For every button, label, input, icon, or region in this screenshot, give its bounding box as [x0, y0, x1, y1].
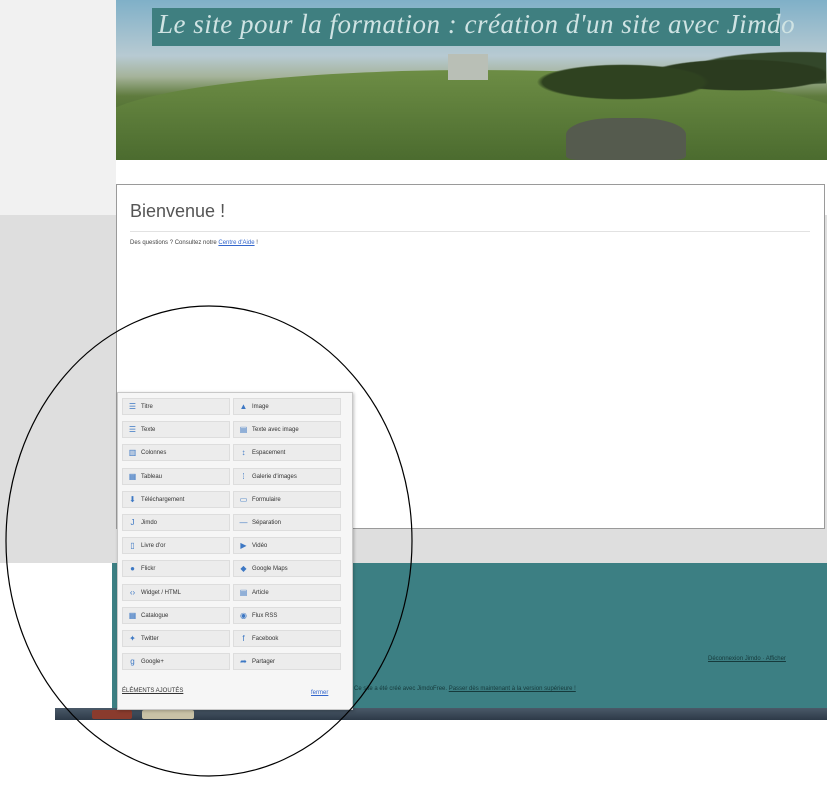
palette-item-label: Galerie d'images: [252, 473, 297, 480]
palette-item-livre-d-or[interactable]: ▯ Livre d'or: [122, 537, 230, 555]
spacing-icon: ↕: [241, 448, 246, 458]
rss-icon: ◉: [240, 610, 247, 620]
separator-icon: —: [239, 518, 248, 527]
jimdo-icon: J: [130, 518, 135, 527]
palette-item-jimdo[interactable]: J Jimdo: [122, 514, 230, 531]
palette-item-flickr[interactable]: ● Flickr: [122, 560, 230, 578]
footer-pro-line: Ce site a été créé avec JimdoFree. Passe…: [354, 686, 576, 692]
palette-item-label: Widget / HTML: [141, 589, 182, 596]
palette-item-article[interactable]: ▤ Article: [233, 583, 341, 601]
columns-icon: ▥: [128, 448, 137, 458]
palette-item-label: Jimdo: [141, 520, 158, 526]
palette-item-formulaire[interactable]: ▭ Formulaire: [233, 490, 341, 508]
download-icon: ⬇: [129, 494, 136, 504]
palette-item-widget-html[interactable]: ‹› Widget / HTML: [122, 583, 230, 601]
palette-item-label: Vidéo: [252, 543, 268, 550]
palette-item-label: Formulaire: [252, 496, 281, 503]
footer-pro-text: Ce site a été créé avec JimdoFree.: [354, 686, 448, 692]
help-prefix: Des questions ? Consultez notre: [130, 240, 217, 246]
palette-item-s-paration[interactable]: — Séparation: [233, 514, 341, 531]
footer-links[interactable]: Déconnexion Jimdo · Afficher: [708, 656, 786, 662]
palette-item-label: Facebook: [252, 636, 279, 642]
palette-item-label: Partager: [252, 659, 276, 666]
palette-item-catalogue[interactable]: ▦ Catalogue: [122, 606, 230, 624]
guestbook-icon: ▯: [130, 541, 135, 551]
taskbar-app-button[interactable]: [92, 710, 132, 719]
taskbar-browser-button[interactable]: [142, 710, 194, 719]
gallery-icon: ⁞: [242, 471, 245, 481]
help-center-link[interactable]: Centre d'Aide: [218, 240, 254, 246]
palette-item-facebook[interactable]: f Facebook: [233, 630, 341, 647]
palette-item-label: Séparation: [252, 520, 282, 526]
palette-item-label: Flux RSS: [252, 612, 278, 619]
added-elements-link[interactable]: ÉLÉMENTS AJOUTÉS: [122, 688, 183, 694]
palette-item-label: Article: [252, 589, 269, 596]
share-icon: ➦: [240, 657, 247, 667]
palette-item-colonnes[interactable]: ▥ Colonnes: [122, 444, 230, 462]
upgrade-link[interactable]: Passer dès maintenant à la version supér…: [449, 686, 576, 692]
palette-item-label: Texte avec image: [252, 427, 299, 434]
palette-item-label: Tableau: [141, 473, 163, 480]
video-icon: ▶: [240, 541, 247, 551]
palette-item-tableau[interactable]: ▦ Tableau: [122, 467, 230, 485]
palette-item-label: Texte: [141, 427, 156, 434]
close-palette-button[interactable]: fermer: [311, 690, 328, 696]
help-text: Des questions ? Consultez notre Centre d…: [130, 240, 258, 246]
palette-item-label: Colonnes: [141, 450, 167, 457]
form-icon: ▭: [239, 494, 248, 504]
left-margin-background: [0, 0, 116, 215]
image-icon: ▲: [239, 402, 248, 411]
code-icon: ‹›: [129, 587, 136, 597]
palette-item-texte-avec-image[interactable]: ▤ Texte avec image: [233, 421, 341, 439]
palette-item-image[interactable]: ▲ Image: [233, 398, 341, 415]
palette-item-google-[interactable]: g Google+: [122, 653, 230, 671]
map-icon: ◆: [240, 564, 247, 574]
palette-item-label: Espacement: [252, 450, 286, 457]
add-element-palette: ☰ Titre ▲ Image ☰ Texte ▤ Texte avec image ▥ Colo…: [117, 392, 353, 710]
palette-item-label: Titre: [141, 404, 153, 410]
palette-item-espacement[interactable]: ↕ Espacement: [233, 444, 341, 462]
text-icon: ☰: [128, 425, 137, 435]
palette-item-label: Twitter: [141, 636, 159, 642]
title-icon: ☰: [128, 402, 137, 411]
flickr-icon: ●: [130, 564, 135, 574]
palette-item-twitter[interactable]: ✦ Twitter: [122, 630, 230, 647]
googleplus-icon: g: [130, 657, 135, 667]
palette-item-label: Téléchargement: [141, 496, 185, 503]
help-suffix: !: [254, 240, 258, 246]
palette-item-galerie-d-images[interactable]: ⁞ Galerie d'images: [233, 467, 341, 485]
site-title[interactable]: Le site pour la formation : création d'u…: [158, 9, 795, 40]
palette-item-texte[interactable]: ☰ Texte: [122, 421, 230, 439]
palette-item-label: Catalogue: [141, 612, 169, 619]
palette-item-label: Livre d'or: [141, 543, 166, 550]
palette-item-partager[interactable]: ➦ Partager: [233, 653, 341, 671]
heading-divider: [130, 231, 810, 232]
palette-item-label: Image: [252, 404, 269, 410]
palette-item-t-l-chargement[interactable]: ⬇ Téléchargement: [122, 490, 230, 508]
twitter-icon: ✦: [129, 634, 136, 643]
welcome-heading[interactable]: Bienvenue !: [130, 201, 225, 222]
catalogue-icon: ▦: [128, 610, 137, 620]
palette-item-google-maps[interactable]: ◆ Google Maps: [233, 560, 341, 578]
palette-item-flux-rss[interactable]: ◉ Flux RSS: [233, 606, 341, 624]
facebook-icon: f: [242, 634, 245, 643]
palette-item-label: Google+: [141, 659, 164, 666]
table-icon: ▦: [128, 471, 137, 481]
text-image-icon: ▤: [239, 425, 248, 435]
palette-item-label: Flickr: [141, 566, 156, 573]
palette-item-vid-o[interactable]: ▶ Vidéo: [233, 537, 341, 555]
palette-item-label: Google Maps: [252, 566, 288, 573]
palette-item-titre[interactable]: ☰ Titre: [122, 398, 230, 415]
article-icon: ▤: [239, 587, 248, 597]
